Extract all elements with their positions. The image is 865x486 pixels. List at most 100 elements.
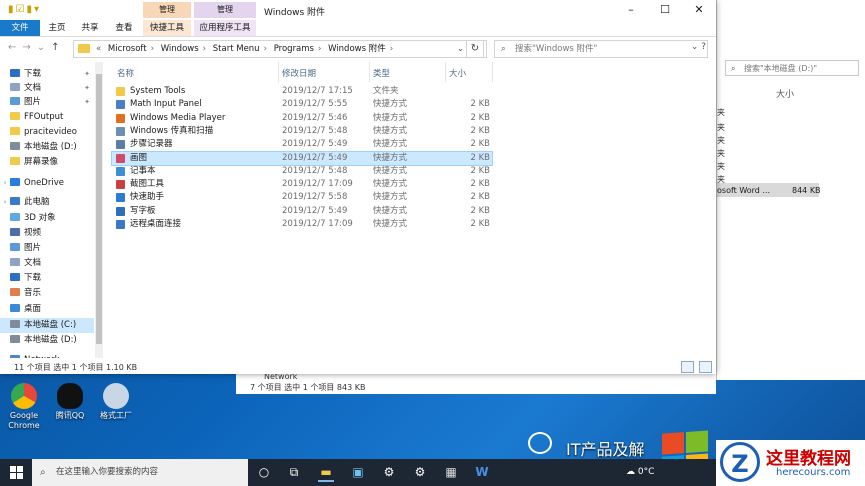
tab-file[interactable]: 文件 <box>0 20 40 36</box>
word-icon[interactable]: W <box>474 464 490 480</box>
breadcrumb-item[interactable]: Windows 附件 <box>328 44 386 54</box>
nav-item[interactable]: 3D 对象 <box>0 211 94 226</box>
background-explorer-window[interactable]: ⌕ 搜索"本地磁盘 (D:)" 大小 夹 夹 夹 夹 夹 夹 osoft Wor… <box>716 0 865 380</box>
minimize-button[interactable]: – <box>614 0 648 20</box>
file-row[interactable]: System Tools 2019/12/7 17:15 文件夹 <box>112 85 492 98</box>
bg-size-column-header[interactable]: 大小 <box>776 87 794 100</box>
breadcrumb-item[interactable]: Microsoft <box>108 44 147 54</box>
nav-item[interactable]: › 此电脑 <box>0 195 94 210</box>
recent-dropdown-icon[interactable]: ⌄ <box>37 42 51 53</box>
scrollbar-thumb[interactable] <box>96 74 102 344</box>
weather-widget[interactable]: ☁ 0°C <box>626 467 654 477</box>
nav-item[interactable]: 文档 <box>0 256 94 271</box>
bg-row-mark[interactable]: 夹 <box>717 147 865 160</box>
nav-item[interactable]: 本地磁盘 (D:) <box>0 333 94 348</box>
column-divider[interactable] <box>445 62 446 82</box>
nav-item[interactable]: 本地磁盘 (D:) <box>0 140 94 155</box>
chevron-right-icon[interactable]: › <box>390 44 393 54</box>
nav-item[interactable]: 文档 ✦ <box>0 81 94 96</box>
details-view-button[interactable] <box>681 361 695 373</box>
desktop-icon-chrome[interactable]: Google Chrome <box>4 383 44 431</box>
close-button[interactable]: ✕ <box>682 0 716 20</box>
task-view-icon[interactable]: ⧉ <box>286 464 302 480</box>
nav-item-label: 屏幕录像 <box>24 157 59 167</box>
nav-item[interactable]: 视频 <box>0 226 94 241</box>
back-arrow-icon[interactable]: ← <box>8 42 22 53</box>
chevron-right-icon[interactable]: › <box>203 44 206 54</box>
breadcrumb-item[interactable]: Start Menu <box>213 44 260 54</box>
chevron-right-icon[interactable]: › <box>264 44 267 54</box>
file-row[interactable]: 快速助手 2019/12/7 5:58 快捷方式 2 KB <box>112 191 492 204</box>
file-type: 快捷方式 <box>373 219 408 229</box>
maximize-button[interactable]: ☐ <box>648 0 682 20</box>
address-bar[interactable]: « Microsoft › Windows › Start Menu › Progra… <box>73 40 487 58</box>
nav-item[interactable]: 本地磁盘 (C:) <box>0 318 94 333</box>
file-type: 快捷方式 <box>373 112 408 123</box>
nav-item[interactable]: 音乐 <box>0 286 94 301</box>
column-name[interactable]: 名称 <box>117 67 134 79</box>
column-divider[interactable] <box>369 62 370 82</box>
nav-item[interactable]: › Network <box>0 353 94 358</box>
nav-item[interactable]: 下载 ✦ <box>0 67 94 82</box>
file-row[interactable]: 画图 2019/12/7 5:49 快捷方式 2 KB <box>111 150 493 166</box>
gear-icon[interactable]: ⚙ <box>412 464 428 480</box>
chevron-right-icon[interactable]: › <box>0 176 10 191</box>
forward-arrow-icon[interactable]: → <box>22 42 36 53</box>
column-type[interactable]: 类型 <box>373 67 390 79</box>
file-row[interactable]: 截图工具 2019/12/7 17:09 快捷方式 2 KB <box>112 178 492 191</box>
bg-row-mark[interactable]: 夹 <box>717 134 865 147</box>
quick-access-toolbar[interactable]: ▮☑▮▾ <box>8 4 41 15</box>
chevron-right-icon[interactable]: › <box>0 353 10 358</box>
bg-row-mark[interactable]: 夹 <box>717 160 865 173</box>
file-row[interactable]: 步骤记录器 2019/12/7 5:49 快捷方式 2 KB <box>112 138 492 151</box>
nav-item[interactable]: 桌面 <box>0 302 94 317</box>
refresh-button[interactable]: ↻ <box>466 40 484 58</box>
nav-scrollbar[interactable] <box>95 62 103 358</box>
tab-app-tools[interactable]: 应用程序工具 <box>194 20 256 36</box>
cortana-icon[interactable]: ○ <box>256 464 272 480</box>
breadcrumb-item[interactable]: Programs <box>274 44 314 54</box>
title-bar[interactable]: ▮☑▮▾ 管理 管理 Windows 附件 – ☐ ✕ <box>0 0 716 20</box>
desktop-icon-qq[interactable]: 腾讯QQ <box>50 383 90 421</box>
file-row[interactable]: Windows 传真和扫描 2019/12/7 5:48 快捷方式 2 KB <box>112 125 492 138</box>
address-dropdown-icon[interactable]: ⌄ <box>457 41 464 57</box>
nav-item[interactable]: 下载 <box>0 271 94 286</box>
nav-item[interactable]: FFOutput <box>0 110 94 125</box>
app-icon[interactable]: ▦ <box>443 464 459 480</box>
nav-item[interactable]: › OneDrive <box>0 176 94 191</box>
column-divider[interactable] <box>492 62 493 82</box>
up-arrow-icon[interactable]: ↑ <box>51 42 65 53</box>
desktop-icon-format-factory[interactable]: 格式工厂 <box>96 383 136 421</box>
tab-share[interactable]: 共享 <box>76 20 104 36</box>
bg-row-mark[interactable]: 夹 <box>717 121 865 134</box>
file-row[interactable]: 写字板 2019/12/7 5:49 快捷方式 2 KB <box>112 205 492 218</box>
bg-row-mark[interactable]: 夹 <box>717 106 865 119</box>
tab-view[interactable]: 查看 <box>110 20 138 36</box>
bg-search-box[interactable]: ⌕ 搜索"本地磁盘 (D:)" <box>725 60 859 76</box>
tab-home[interactable]: 主页 <box>43 20 71 36</box>
breadcrumb-overflow[interactable]: « <box>96 44 101 54</box>
file-row[interactable]: Math Input Panel 2019/12/7 5:55 快捷方式 2 KB <box>112 98 492 111</box>
column-divider[interactable] <box>278 62 279 82</box>
taskbar-search-box[interactable]: ⌕ 在这里输入你要搜索的内容 <box>32 459 248 486</box>
column-size[interactable]: 大小 <box>449 67 466 79</box>
tab-shortcut-tools[interactable]: 快捷工具 <box>143 20 191 36</box>
search-input[interactable]: ⌕ 搜索"Windows 附件" <box>494 40 708 58</box>
nav-item[interactable]: 屏幕录像 <box>0 155 94 170</box>
app-icon[interactable]: ▣ <box>350 464 366 480</box>
file-row[interactable]: 远程桌面连接 2019/12/7 17:09 快捷方式 2 KB <box>112 218 492 231</box>
settings-gear-icon[interactable]: ⚙ <box>381 464 397 480</box>
start-button[interactable] <box>10 466 23 479</box>
file-row[interactable]: 记事本 2019/12/7 5:48 快捷方式 2 KB <box>112 165 492 178</box>
chevron-right-icon[interactable]: › <box>151 44 154 54</box>
large-icons-view-button[interactable] <box>699 361 712 373</box>
column-date[interactable]: 修改日期 <box>282 67 316 79</box>
nav-item[interactable]: pracitevideo <box>0 125 94 140</box>
file-explorer-icon[interactable]: ▬ <box>318 464 334 482</box>
chevron-right-icon[interactable]: › <box>318 44 321 54</box>
nav-item[interactable]: 图片 ✦ <box>0 95 94 110</box>
chevron-right-icon[interactable]: › <box>0 195 10 210</box>
nav-item[interactable]: 图片 <box>0 241 94 256</box>
file-row[interactable]: Windows Media Player 2019/12/7 5:46 快捷方式 2 … <box>112 112 492 125</box>
breadcrumb-item[interactable]: Windows <box>161 44 199 54</box>
